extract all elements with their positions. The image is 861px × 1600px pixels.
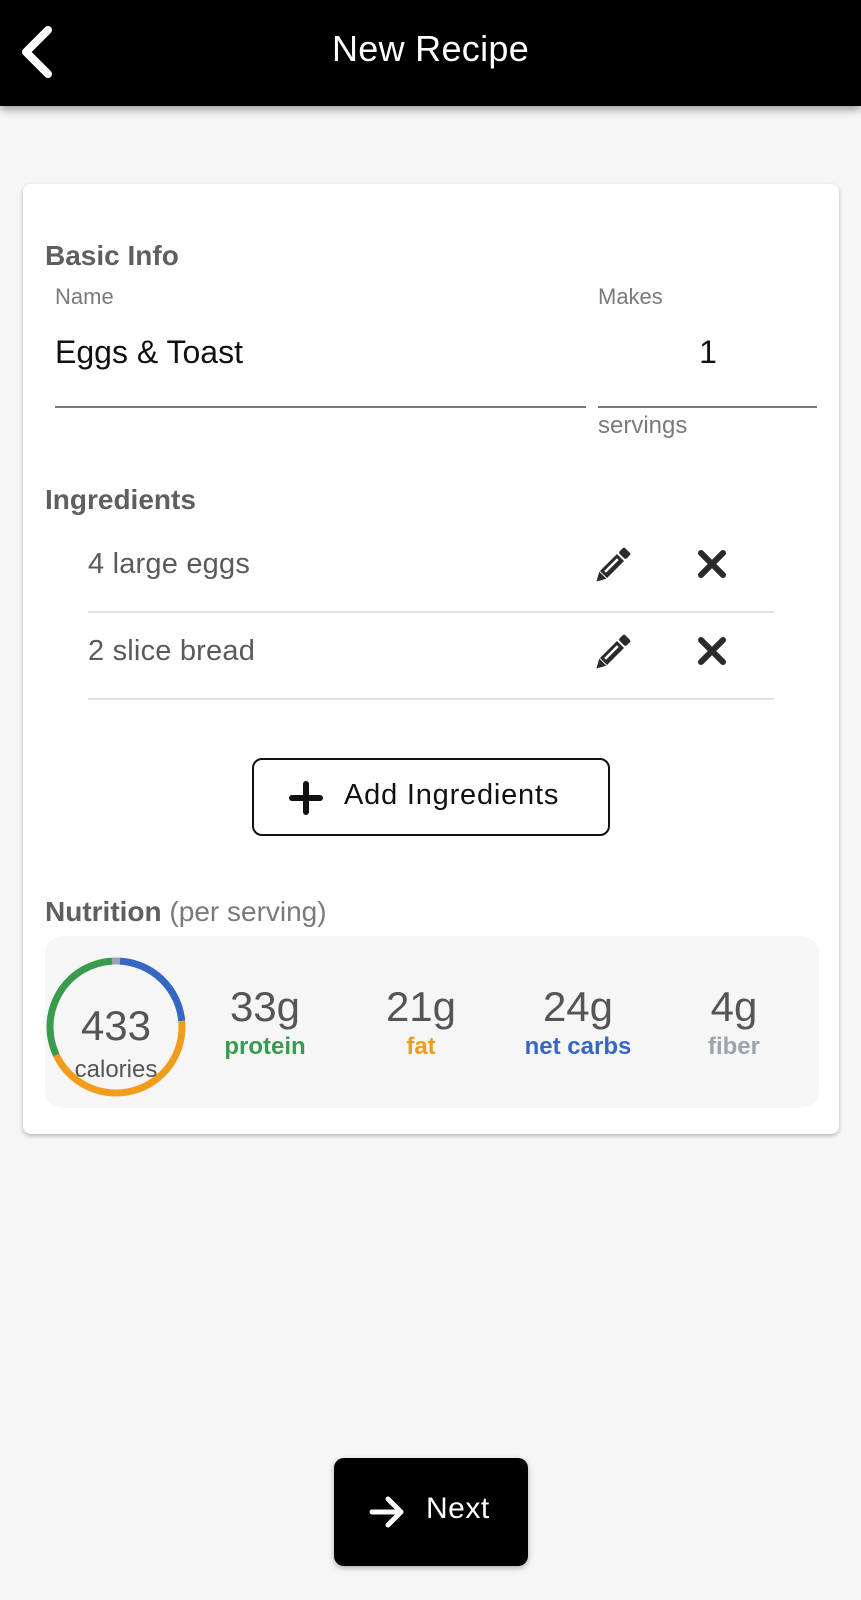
macro-fat: 21g fat <box>346 982 496 1062</box>
nutrition-summary: 433 calories 33g protein 21g fat 24g net… <box>45 936 819 1108</box>
fat-label: fat <box>406 1033 436 1060</box>
net-carbs-value: 24g <box>542 983 614 1030</box>
next-button[interactable]: Next <box>334 1458 528 1566</box>
calories-label: calories <box>74 1056 158 1083</box>
pencil-icon <box>596 634 631 669</box>
ingredient-row: 4 large eggs <box>88 526 774 613</box>
macro-protein: 33g protein <box>190 982 340 1062</box>
edit-ingredient-button[interactable] <box>588 629 636 677</box>
ingredient-text: 4 large eggs <box>88 548 251 580</box>
calories-value: 433 <box>80 1002 152 1049</box>
name-label: Name <box>55 284 114 309</box>
remove-ingredient-button[interactable] <box>688 627 736 675</box>
fat-value: 21g <box>385 983 457 1030</box>
page-title: New Recipe <box>331 28 530 69</box>
makes-label: Makes <box>598 284 663 309</box>
name-input[interactable]: Eggs & Toast <box>55 334 575 371</box>
remove-ingredient-button[interactable] <box>688 540 736 588</box>
ingredients-heading: Ingredients <box>45 484 196 515</box>
calorie-ring: 433 calories <box>45 956 187 1098</box>
nutrition-subtitle: (per serving) <box>169 896 327 927</box>
plus-icon <box>289 781 323 815</box>
pencil-icon <box>596 547 631 582</box>
macro-fiber: 4g fiber <box>659 982 809 1062</box>
name-input-underline <box>55 406 586 408</box>
recipe-card: Basic Info Name Makes Eggs & Toast 1 ser… <box>23 184 839 1134</box>
basic-info-heading: Basic Info <box>45 240 179 271</box>
close-icon <box>698 550 726 578</box>
add-ingredients-button[interactable]: Add Ingredients <box>252 758 610 836</box>
fiber-label: fiber <box>707 1033 760 1060</box>
close-icon <box>698 637 726 665</box>
add-ingredients-label: Add Ingredients <box>344 779 560 811</box>
servings-unit: servings <box>598 412 688 439</box>
net-carbs-label: net carbs <box>524 1033 632 1060</box>
nutrition-heading: Nutrition (per serving) <box>45 896 327 928</box>
servings-input-underline <box>598 406 817 408</box>
ingredient-row: 2 slice bread <box>88 613 774 700</box>
arrow-right-icon <box>369 1496 404 1528</box>
edit-ingredient-button[interactable] <box>588 542 636 590</box>
protein-value: 33g <box>229 983 301 1030</box>
macro-net-carbs: 24g net carbs <box>503 982 653 1062</box>
servings-input[interactable]: 1 <box>598 334 818 371</box>
nutrition-title: Nutrition <box>45 896 162 927</box>
next-label: Next <box>426 1492 490 1525</box>
ingredient-text: 2 slice bread <box>88 635 256 667</box>
app-header: New Recipe <box>0 0 861 106</box>
protein-label: protein <box>224 1033 306 1060</box>
fiber-value: 4g <box>710 983 758 1030</box>
